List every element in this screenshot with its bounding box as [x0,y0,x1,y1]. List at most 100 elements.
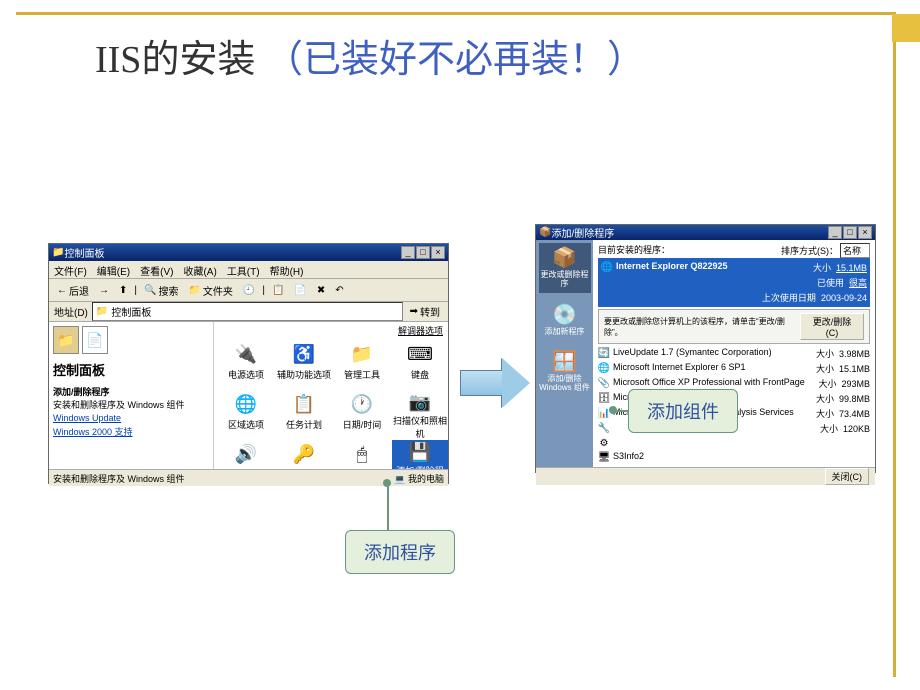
address-bar: 地址(D) 📁 控制面板 ➡ 转到 [49,302,448,322]
cp-item-icon: 🔑 [290,440,318,468]
menu-favorites[interactable]: 收藏(A) [183,263,216,276]
minimize-button-r[interactable]: _ [828,226,842,239]
close-dialog-button[interactable]: 关闭(C) [825,468,870,485]
cp-item-label: 任务计划 [286,418,322,431]
program-icon: 🔄 [598,347,610,359]
cp-item[interactable]: ♿辅助功能选项 [276,340,332,390]
program-row[interactable]: 🖥S3Info2 [598,450,870,464]
cp-item-label: 鼠标 [353,468,371,469]
size-label: 大小 [816,364,834,374]
info-pane: 📁 📄 控制面板 添加/删除程序 安装和删除程序及 Windows 组件 Win… [49,322,214,469]
forward-button[interactable]: → [96,284,112,297]
callout-add-component: 添加组件 [628,389,738,433]
folders-button[interactable]: 📁文件夹 [185,282,235,299]
size-label: 大小 [816,409,834,419]
minimize-button[interactable]: _ [401,246,415,259]
undo-button[interactable]: ↶ [332,284,346,297]
menu-view[interactable]: 查看(V) [140,263,173,276]
cp-icon: 📁 [53,326,79,354]
title-main: IIS的安装 [95,39,255,81]
slide-title: IIS的安装 （已装好不必再装！） [95,28,645,83]
menu-bar: 文件(F) 编辑(E) 查看(V) 收藏(A) 工具(T) 帮助(H) [49,261,448,279]
sort-select[interactable]: 名称 [840,243,870,258]
cp-item[interactable]: 🔌电源选项 [218,340,274,390]
menu-help[interactable]: 帮助(H) [270,263,304,276]
modem-options-link[interactable]: 解调器选项 [398,324,443,337]
program-icon: 🔧 [598,422,610,434]
go-button[interactable]: ➡ 转到 [407,303,443,320]
sidebar-item[interactable]: 💿添加新程序 [539,295,591,345]
cp-item[interactable]: 🔑授权 [276,440,332,469]
up-button[interactable]: ⬆ [116,284,130,297]
close-button-r[interactable]: × [858,226,872,239]
search-button[interactable]: 🔍搜索 [141,282,181,299]
cp-item-icon: 🖱 [348,440,376,468]
program-icon: 📎 [598,377,610,389]
sidebar-item-label: 更改或删除程序 [539,271,591,289]
cp-item[interactable]: 🌐区域选项 [218,390,274,440]
folder-icon: 📁 [52,247,64,258]
cp-item[interactable]: 📁管理工具 [334,340,390,390]
size-value: 3.98MB [839,349,870,359]
address-input[interactable]: 📁 控制面板 [92,302,403,321]
cp-item-icon: 🔊 [232,440,260,468]
sidebar: 📦 更改或删除程序 💿添加新程序🪟添加/删除 Windows 组件 [536,240,593,467]
maximize-button[interactable]: □ [416,246,430,259]
change-remove-button[interactable]: 更改/删除(C) [800,313,864,340]
cp-item-label: 添加/删除程序 [392,464,448,469]
add-remove-window: 📦 添加/删除程序 _ □ × 📦更改或删除程序💿添加新程序🪟添加/删除 Win… [535,224,876,473]
sidebar-item[interactable]: 🪟添加/删除 Windows 组件 [539,347,591,397]
program-row[interactable]: 🔄LiveUpdate 1.7 (Symantec Corporation) 大小… [598,346,870,361]
cp-item-icon: ⌨ [406,340,434,368]
cp-item-label: 电源选项 [228,368,264,381]
status-location: 💻 我的电脑 [394,472,444,485]
menu-tools[interactable]: 工具(T) [227,263,260,276]
cp-item[interactable]: 🔊声音和多媒体 [218,440,274,469]
maximize-button-r[interactable]: □ [843,226,857,239]
history-button[interactable]: 🕘 [240,284,258,297]
cp-item[interactable]: 🕐日期/时间 [334,390,390,440]
back-button[interactable]: ← 后退 [54,282,92,299]
program-row[interactable]: ⚙ [598,436,870,450]
cp-item-icon: 📁 [348,340,376,368]
corner-block [892,14,920,42]
icon-pane: 解调器选项 🔌电源选项♿辅助功能选项📁管理工具⌨键盘🌐区域选项📋任务计划🕐日期/… [214,322,448,469]
cp-item-label: 辅助功能选项 [277,368,331,381]
link-windows-update[interactable]: Windows Update [53,413,209,423]
cp-item[interactable]: 💾添加/删除程序 [392,440,448,469]
program-row[interactable]: 🌐Microsoft Internet Explorer 6 SP1大小 15.… [598,361,870,376]
cp-item-icon: 💾 [406,440,434,464]
cp-item[interactable]: 📋任务计划 [276,390,332,440]
installed-label: 目前安装的程序： [598,243,670,258]
size-label: 大小 [816,349,834,359]
cp-item-icon: 🌐 [232,390,260,418]
menu-file[interactable]: 文件(F) [54,263,87,276]
size-value: 293MB [841,379,870,389]
cp-item[interactable]: 📷扫描仪和照相机 [392,390,448,440]
program-name: Microsoft Internet Explorer 6 SP1 [613,362,746,375]
link-windows-support[interactable]: Windows 2000 支持 [53,425,209,438]
program-icon: ⚙ [598,437,610,449]
sidebar-item[interactable]: 📦 更改或删除程序 [539,243,591,293]
pane-title: 控制面板 [53,360,209,379]
cp-item[interactable]: 🖱鼠标 [334,440,390,469]
cp-item-icon: 📋 [290,390,318,418]
cp-icon2: 📄 [82,326,108,354]
move-button[interactable]: 📋 [269,284,287,297]
close-button[interactable]: × [431,246,445,259]
menu-edit[interactable]: 编辑(E) [97,263,130,276]
arrow-icon [460,358,532,408]
cp-item-label: 授权 [295,468,313,469]
cp-item-label: 区域选项 [228,418,264,431]
size-label: 大小 [818,379,836,389]
program-name: LiveUpdate 1.7 (Symantec Corporation) [613,347,772,360]
sort-label: 排序方式(S)： [781,244,838,257]
size-value: 120KB [843,424,870,434]
cp-item-label: 日期/时间 [343,418,382,431]
sidebar-item-icon: 📦 [552,247,577,269]
copy-button[interactable]: 📄 [291,284,309,297]
cp-item[interactable]: ⌨键盘 [392,340,448,390]
selected-program[interactable]: 🌐Internet Explorer Q822925大小 15.1MB 已使用 … [598,258,870,307]
window-title: 控制面板 [64,245,104,260]
delete-button[interactable]: ✖ [314,284,328,297]
